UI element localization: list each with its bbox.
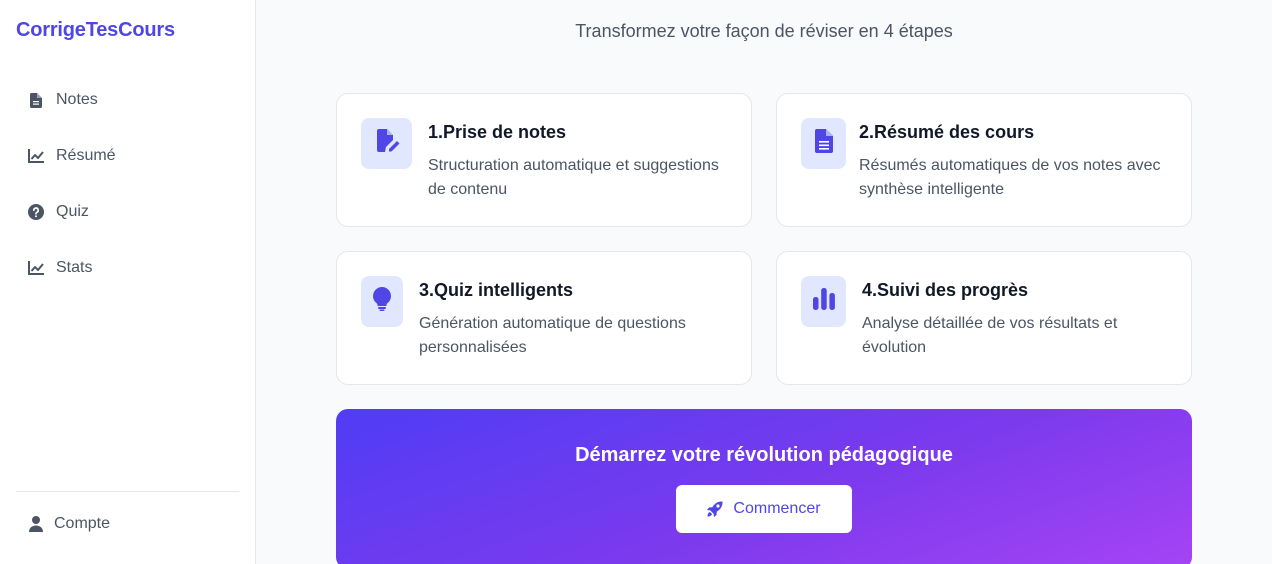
account-label: Compte [54, 515, 111, 532]
sidebar-item-label: Notes [56, 91, 98, 108]
step-title: 1.Prise de notes [428, 122, 567, 142]
file-icon [28, 92, 44, 108]
step-title: 2.Résumé des cours [859, 122, 1035, 142]
page-subtitle: Transformez votre façon de réviser en 4 … [575, 21, 953, 41]
question-circle-icon [28, 204, 44, 220]
step-card-progress[interactable]: 4.Suivi des progrès Analyse détaillée de… [776, 251, 1192, 385]
step-card-notes[interactable]: 1.Prise de notes Structuration automatiq… [336, 93, 752, 227]
document-icon [814, 129, 833, 158]
step-description: Structuration automatique et suggestions… [428, 157, 719, 198]
bar-chart-icon [812, 288, 835, 315]
sidebar-item-label: Quiz [56, 203, 89, 220]
lightbulb-icon [373, 287, 391, 316]
chart-line-icon [28, 260, 44, 276]
rocket-icon [707, 501, 723, 517]
sidebar-item-stats[interactable]: Stats [0, 248, 255, 288]
sidebar-item-account[interactable]: Compte [0, 504, 255, 544]
sidebar-item-label: Résumé [56, 147, 116, 164]
start-button[interactable]: Commencer [676, 485, 852, 533]
file-edit-icon [374, 128, 400, 159]
cta-banner: Démarrez votre révolution pédagogique Co… [336, 409, 1192, 564]
sidebar-item-quiz[interactable]: Quiz [0, 192, 255, 232]
step-title: 4.Suivi des progrès [862, 280, 1029, 300]
main-content: Transformez votre façon de réviser en 4 … [256, 0, 1272, 564]
step-icon-box [801, 118, 846, 169]
sidebar-nav: Notes Résumé Quiz Stats [0, 80, 255, 304]
step-description: Génération automatique de questions pers… [419, 315, 686, 356]
sidebar-item-resume[interactable]: Résumé [0, 136, 255, 176]
sidebar: CorrigeTesCours Notes Résumé Quiz Stats … [0, 0, 256, 564]
app-logo[interactable]: CorrigeTesCours [16, 19, 175, 42]
start-button-label: Commencer [733, 500, 821, 517]
cta-title: Démarrez votre révolution pédagogique [575, 444, 953, 466]
chart-line-icon [28, 148, 44, 164]
step-icon-box [801, 276, 846, 327]
step-title: 3.Quiz intelligents [419, 280, 574, 300]
step-description: Résumés automatiques de vos notes avec s… [859, 157, 1161, 198]
sidebar-divider [16, 491, 239, 492]
app-root: CorrigeTesCours Notes Résumé Quiz Stats … [0, 0, 1272, 564]
step-icon-box [361, 276, 403, 327]
step-description: Analyse détaillée de vos résultats et év… [862, 315, 1118, 356]
user-icon [28, 516, 44, 532]
sidebar-item-notes[interactable]: Notes [0, 80, 255, 120]
step-icon-box [361, 118, 412, 169]
step-card-summary[interactable]: 2.Résumé des cours Résumés automatiques … [776, 93, 1192, 227]
sidebar-item-label: Stats [56, 259, 93, 276]
step-card-quiz[interactable]: 3.Quiz intelligents Génération automatiq… [336, 251, 752, 385]
